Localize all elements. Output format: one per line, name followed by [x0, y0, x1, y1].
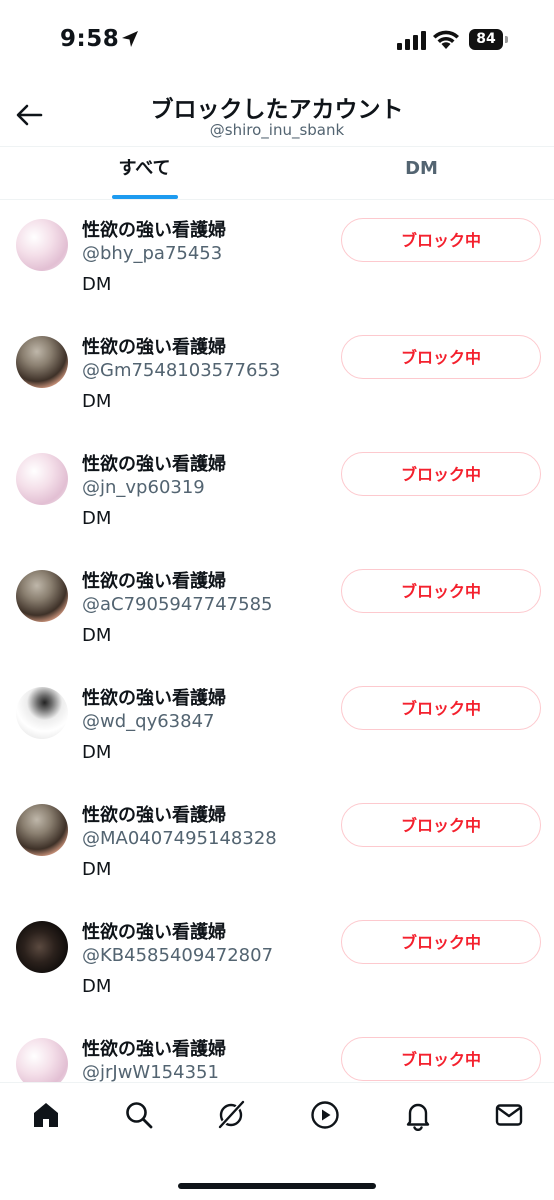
account-handle: @wd_qy63847 [82, 711, 215, 732]
block-type-label: DM [82, 859, 112, 880]
location-arrow-icon [122, 31, 138, 47]
block-type-label: DM [82, 976, 112, 997]
account-handle: @Gm7548103577653 [82, 360, 281, 381]
messages-envelope-icon[interactable] [493, 1099, 525, 1131]
block-type-label: DM [82, 625, 112, 646]
list-item[interactable]: 性欲の強い看護婦 @KB4585409472807 DM ブロック中 [0, 902, 554, 1019]
page-header: ブロックしたアカウント @shiro_inu_sbank [0, 80, 554, 146]
tab-bar: すべて DM [0, 146, 554, 200]
blocking-button[interactable]: ブロック中 [341, 569, 541, 613]
video-icon[interactable] [309, 1099, 341, 1131]
blocking-button[interactable]: ブロック中 [341, 1037, 541, 1081]
list-item[interactable]: 性欲の強い看護婦 @MA0407495148328 DM ブロック中 [0, 785, 554, 902]
avatar[interactable] [16, 570, 68, 622]
blocked-accounts-list: 性欲の強い看護婦 @bhy_pa75453 DM ブロック中 性欲の強い看護婦 … [0, 200, 554, 1082]
account-handle: @MA0407495148328 [82, 828, 277, 849]
tab-selected-indicator [112, 195, 178, 199]
avatar[interactable] [16, 453, 68, 505]
account-name: 性欲の強い看護婦 [82, 805, 226, 826]
account-handle: @KB4585409472807 [82, 945, 274, 966]
account-name: 性欲の強い看護婦 [82, 220, 226, 241]
signal-icon [397, 31, 426, 50]
grok-icon[interactable] [215, 1099, 247, 1131]
tab-all[interactable]: すべて [6, 147, 283, 200]
wifi-icon [433, 30, 459, 49]
account-handle: @jrJwW154351 [82, 1062, 219, 1082]
avatar[interactable] [16, 804, 68, 856]
avatar[interactable] [16, 1038, 68, 1082]
list-item[interactable]: 性欲の強い看護婦 @bhy_pa75453 DM ブロック中 [0, 200, 554, 317]
status-bar: 9:58 84 [0, 0, 554, 80]
blocking-button[interactable]: ブロック中 [341, 803, 541, 847]
tab-dm[interactable]: DM [283, 147, 554, 200]
block-type-label: DM [82, 391, 112, 412]
blocking-button[interactable]: ブロック中 [341, 335, 541, 379]
battery-icon: 84 [469, 29, 509, 50]
account-handle: @bhy_pa75453 [82, 243, 223, 264]
avatar[interactable] [16, 336, 68, 388]
bottom-navigation [0, 1082, 554, 1200]
account-name: 性欲の強い看護婦 [82, 1039, 226, 1060]
notifications-bell-icon[interactable] [402, 1099, 434, 1131]
blocking-button[interactable]: ブロック中 [341, 920, 541, 964]
avatar[interactable] [16, 219, 68, 271]
avatar[interactable] [16, 921, 68, 973]
account-handle: @aC7905947747585 [82, 594, 273, 615]
list-item[interactable]: 性欲の強い看護婦 @aC7905947747585 DM ブロック中 [0, 551, 554, 668]
list-item[interactable]: 性欲の強い看護婦 @jrJwW154351 ブロック中 [0, 1019, 554, 1082]
list-item[interactable]: 性欲の強い看護婦 @jn_vp60319 DM ブロック中 [0, 434, 554, 551]
block-type-label: DM [82, 274, 112, 295]
home-icon[interactable] [30, 1099, 62, 1131]
account-name: 性欲の強い看護婦 [82, 688, 226, 709]
blocking-button[interactable]: ブロック中 [341, 218, 541, 262]
blocking-button[interactable]: ブロック中 [341, 452, 541, 496]
account-name: 性欲の強い看護婦 [82, 337, 226, 358]
list-item[interactable]: 性欲の強い看護婦 @wd_qy63847 DM ブロック中 [0, 668, 554, 785]
account-handle: @jn_vp60319 [82, 477, 205, 498]
list-item[interactable]: 性欲の強い看護婦 @Gm7548103577653 DM ブロック中 [0, 317, 554, 434]
status-time: 9:58 [60, 26, 120, 52]
search-icon[interactable] [123, 1099, 155, 1131]
home-indicator[interactable] [178, 1183, 376, 1189]
avatar[interactable] [16, 687, 68, 739]
battery-level: 84 [469, 29, 503, 50]
blocking-button[interactable]: ブロック中 [341, 686, 541, 730]
account-name: 性欲の強い看護婦 [82, 922, 226, 943]
account-name: 性欲の強い看護婦 [82, 454, 226, 475]
block-type-label: DM [82, 508, 112, 529]
page-title: ブロックしたアカウント [150, 97, 404, 123]
account-name: 性欲の強い看護婦 [82, 571, 226, 592]
block-type-label: DM [82, 742, 112, 763]
page-subtitle: @shiro_inu_sbank [209, 121, 345, 139]
